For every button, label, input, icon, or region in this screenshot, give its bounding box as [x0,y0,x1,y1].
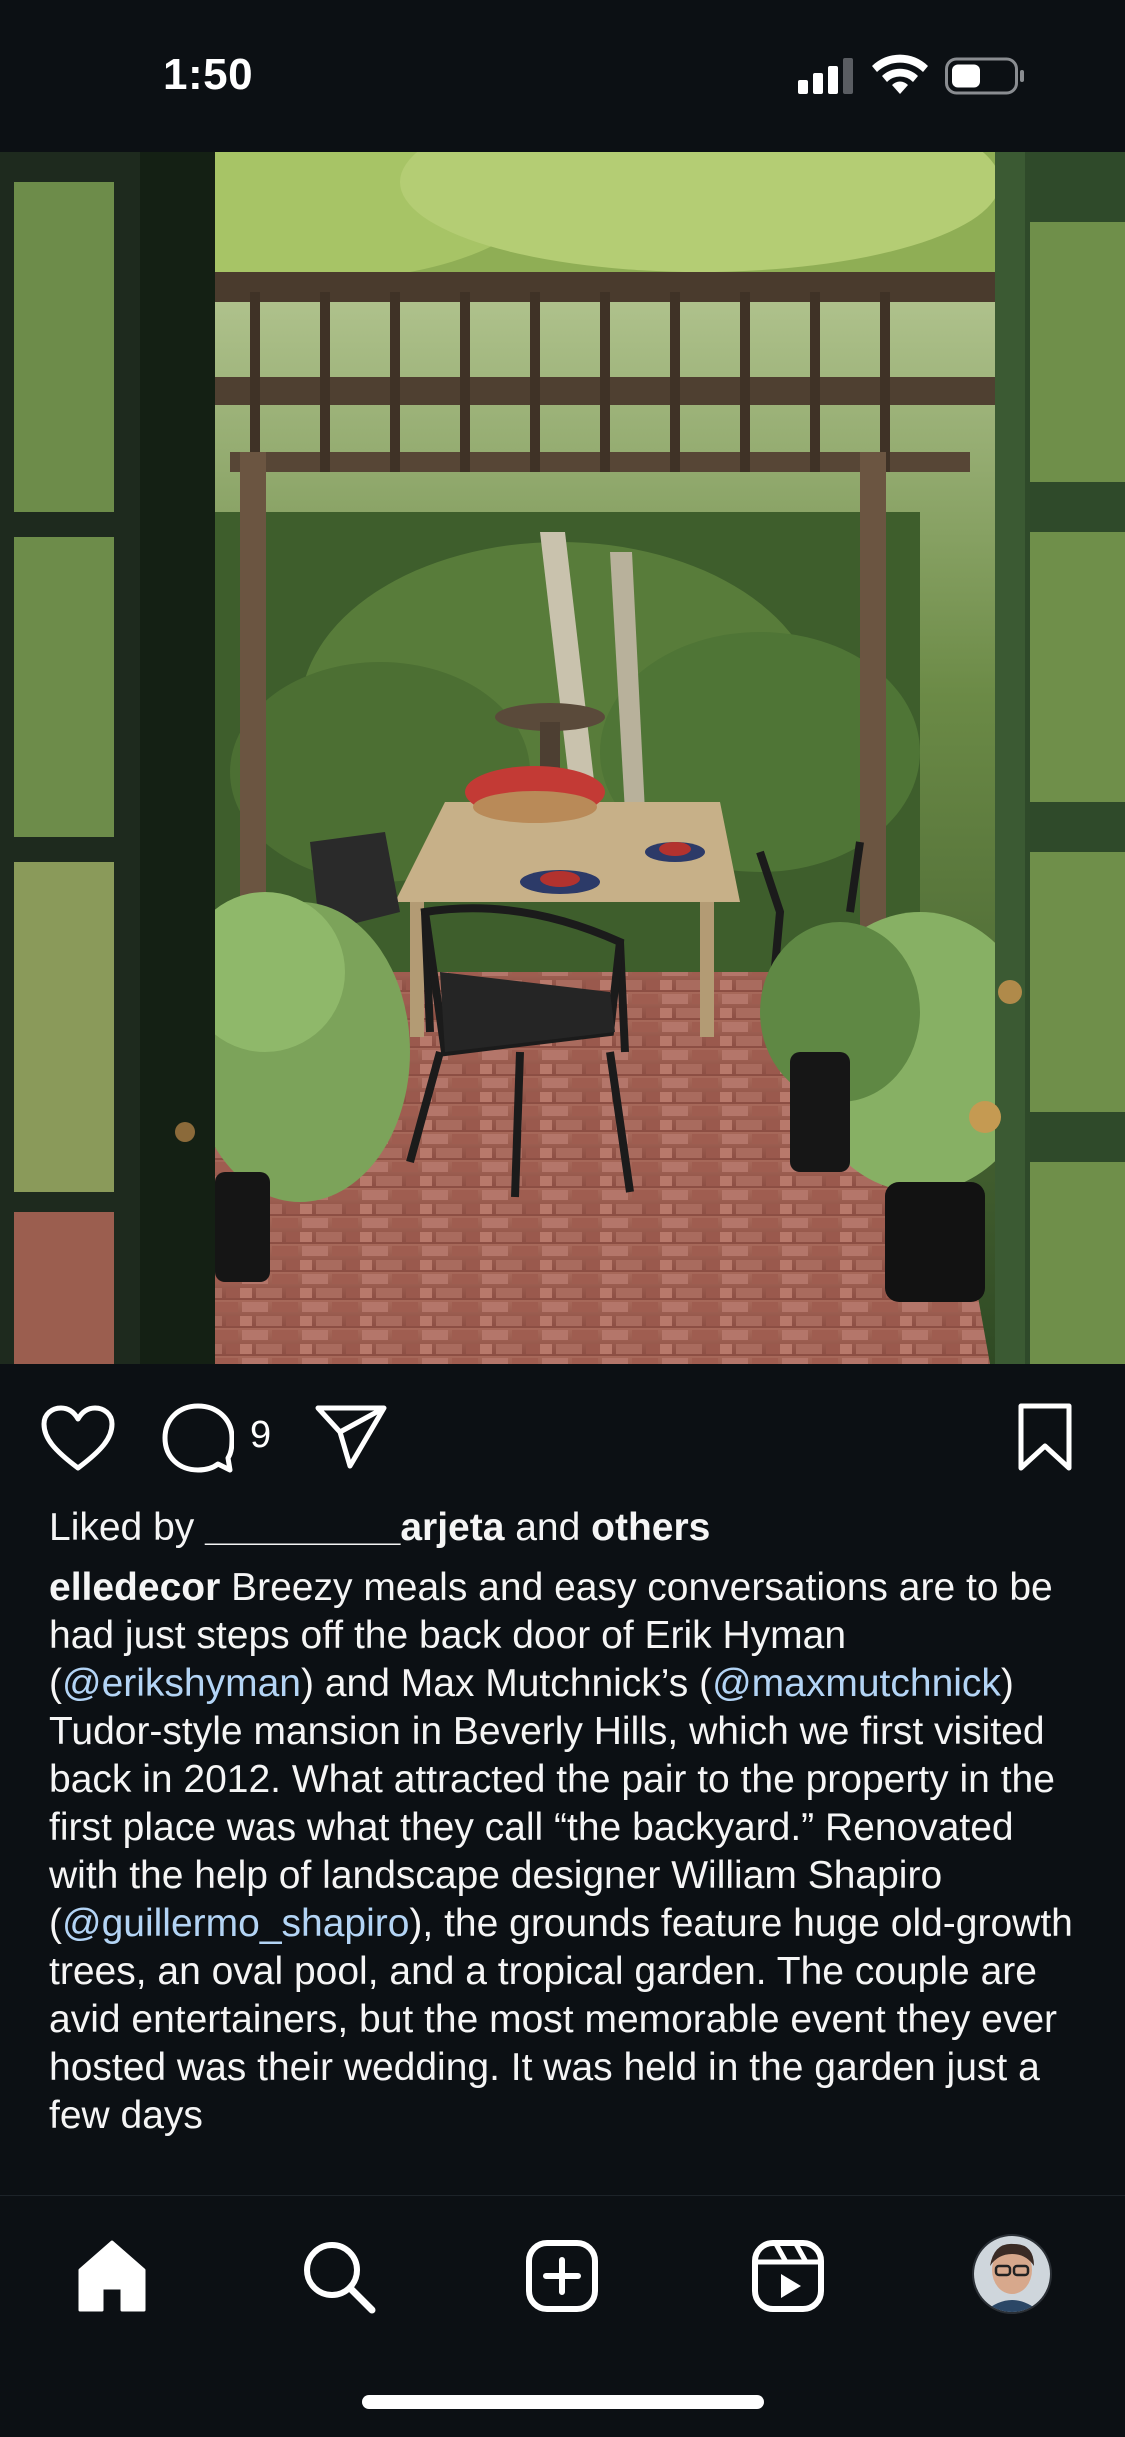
caption-text: ) and Max Mutchnick’s ( [301,1662,713,1705]
battery-icon [945,57,1024,95]
home-icon[interactable] [72,2236,152,2316]
mention-link[interactable]: @maxmutchnick [712,1662,1001,1705]
likes-prefix: Liked by [49,1506,206,1549]
mention-link[interactable]: @guillermo_shapiro [62,1902,409,1945]
post-image[interactable] [0,152,1125,1364]
status-bar: 1:50 [0,0,1125,152]
likes-summary[interactable]: Liked by _________arjeta and others [49,1506,710,1550]
home-indicator[interactable] [362,2395,764,2409]
cellular-signal-icon [798,58,853,94]
comment-icon[interactable] [162,1402,234,1474]
status-time: 1:50 [163,50,254,99]
heart-icon[interactable] [40,1404,116,1472]
garden-pergola-photo [0,152,1125,1364]
post-caption: elledecor Breezy meals and easy conversa… [49,1564,1089,2140]
create-icon[interactable] [522,2236,602,2316]
likes-middle: and [504,1506,592,1549]
wifi-icon [872,54,928,94]
bookmark-icon[interactable] [1016,1402,1074,1472]
search-icon[interactable] [298,2236,378,2316]
post-actions: 9 [0,1364,1125,1504]
profile-avatar-image [974,2236,1050,2312]
caption-username[interactable]: elledecor [49,1566,220,1609]
liker-username[interactable]: arjeta [400,1506,504,1549]
liker-redacted[interactable]: _________ [205,1506,400,1549]
comment-count: 9 [250,1414,272,1456]
mention-link[interactable]: @erikshyman [62,1662,301,1705]
profile-avatar[interactable] [972,2234,1052,2314]
share-icon[interactable] [314,1404,388,1470]
reels-icon[interactable] [748,2236,828,2316]
likes-others-link[interactable]: others [591,1506,710,1549]
